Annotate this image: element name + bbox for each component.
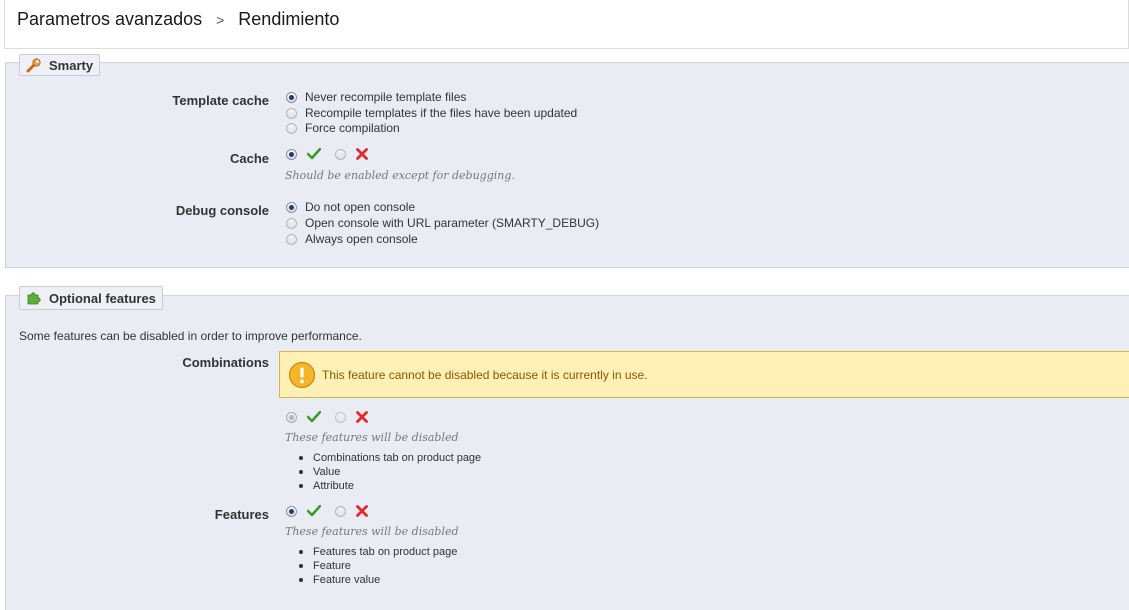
cross-icon xyxy=(356,505,368,517)
list-item: Value xyxy=(297,465,481,479)
template-cache-radio-2[interactable] xyxy=(286,122,297,134)
optional-features-intro: Some features can be disabled in order t… xyxy=(19,329,362,343)
debug-console-option-0-label: Do not open console xyxy=(305,200,416,214)
breadcrumb: Parametros avanzados > Rendimiento xyxy=(17,9,339,30)
combinations-warning-text: This feature cannot be disabled because … xyxy=(322,367,648,382)
optional-features-panel: Optional features Some features can be d… xyxy=(5,286,1129,610)
breadcrumb-parent[interactable]: Parametros avanzados xyxy=(17,9,202,30)
smarty-legend-label: Smarty xyxy=(49,57,94,73)
debug-console-option-1-label: Open console with URL parameter (SMARTY_… xyxy=(305,216,600,230)
debug-console-label: Debug console xyxy=(175,203,269,218)
list-item: Feature value xyxy=(297,573,457,587)
template-cache-option-2-label: Force compilation xyxy=(305,121,400,135)
check-icon xyxy=(307,505,321,517)
list-item: Attribute xyxy=(297,479,481,493)
breadcrumb-separator: > xyxy=(216,11,225,28)
template-cache-option-2[interactable]: Force compilation xyxy=(286,121,400,135)
template-cache-radio-1[interactable] xyxy=(286,107,297,119)
smarty-panel: Smarty Template cache Never recompile te… xyxy=(5,54,1129,268)
list-item: Feature xyxy=(297,559,457,573)
debug-console-option-0[interactable]: Do not open console xyxy=(286,200,415,214)
debug-console-radio-1[interactable] xyxy=(286,217,297,229)
template-cache-label: Template cache xyxy=(172,93,269,108)
combinations-hint: These features will be disabled xyxy=(285,431,459,444)
combinations-no-radio xyxy=(335,411,346,423)
page-header: Parametros avanzados > Rendimiento xyxy=(4,0,1129,49)
optional-features-legend: Optional features xyxy=(19,286,163,310)
template-cache-option-1-label: Recompile templates if the files have be… xyxy=(305,106,578,120)
warning-icon xyxy=(288,361,316,388)
smarty-legend: Smarty xyxy=(19,54,101,76)
cache-yes-radio[interactable] xyxy=(286,148,297,160)
template-cache-radio-0[interactable] xyxy=(286,91,297,103)
combinations-disabled-list: Combinations tab on product page Value A… xyxy=(297,451,481,493)
features-disabled-list: Features tab on product page Feature Fea… xyxy=(297,545,457,587)
check-icon xyxy=(307,148,321,160)
debug-console-option-2-label: Always open console xyxy=(305,232,418,246)
template-cache-option-1[interactable]: Recompile templates if the files have be… xyxy=(286,106,577,120)
cache-label: Cache xyxy=(229,151,269,166)
list-item: Combinations tab on product page xyxy=(297,451,481,465)
features-label: Features xyxy=(214,507,269,522)
optional-features-legend-label: Optional features xyxy=(49,290,156,306)
list-item: Features tab on product page xyxy=(297,545,457,559)
features-yes-radio[interactable] xyxy=(286,505,297,517)
combinations-yes-radio xyxy=(286,411,297,423)
cross-icon xyxy=(356,148,368,160)
breadcrumb-current: Rendimiento xyxy=(238,9,340,29)
features-toggle[interactable] xyxy=(286,505,368,517)
debug-console-radio-2[interactable] xyxy=(286,233,297,245)
puzzle-icon xyxy=(27,292,41,305)
cache-hint: Should be enabled except for debugging. xyxy=(285,169,515,182)
combinations-toggle xyxy=(286,411,368,423)
check-icon xyxy=(307,411,321,423)
debug-console-option-2[interactable]: Always open console xyxy=(286,232,418,246)
debug-console-option-1[interactable]: Open console with URL parameter (SMARTY_… xyxy=(286,216,599,230)
cross-icon xyxy=(356,411,368,423)
debug-console-radio-0[interactable] xyxy=(286,201,297,213)
features-no-radio[interactable] xyxy=(335,505,346,517)
features-hint: These features will be disabled xyxy=(285,525,459,538)
template-cache-option-0-label: Never recompile template files xyxy=(305,90,467,104)
combinations-warning: This feature cannot be disabled because … xyxy=(279,351,1129,398)
template-cache-option-0[interactable]: Never recompile template files xyxy=(286,90,466,104)
combinations-label: Combinations xyxy=(182,355,269,370)
wrench-icon xyxy=(26,58,41,73)
cache-toggle[interactable] xyxy=(286,148,368,160)
cache-no-radio[interactable] xyxy=(335,148,346,160)
